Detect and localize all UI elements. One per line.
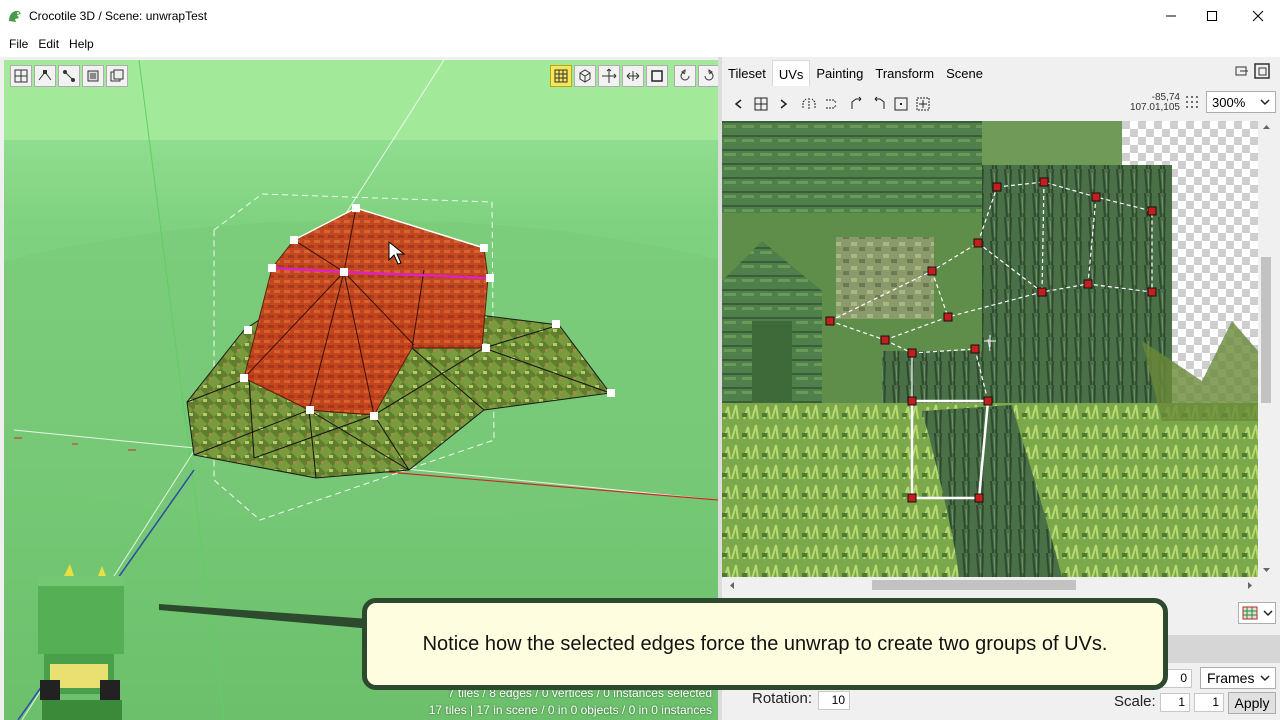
select-instances-button[interactable] [106,65,128,87]
panel-window-controls [1234,63,1274,83]
flip-horizontal-icon [802,98,816,110]
coords-line-2: 107.01,105 [1129,102,1180,113]
tab-transform[interactable]: Transform [869,60,940,86]
tile-display-select[interactable] [1238,602,1276,624]
window-title: Crocotile 3D / Scene: unwrapTest [29,8,208,23]
crocotile-app-icon [9,10,21,22]
tileset-texture [722,121,1258,577]
maximize-panel-icon[interactable] [1254,63,1270,79]
select-vertices-button[interactable] [58,65,80,87]
grid-icon [554,69,568,83]
minimize-button[interactable] [1148,0,1194,31]
scroll-down-icon [1263,568,1270,572]
tab-tileset[interactable]: Tileset [722,60,772,86]
rotate-left-icon [680,69,690,81]
frames-select[interactable]: Frames [1200,667,1276,689]
viewport-toolbar-left [10,65,128,87]
tab-painting[interactable]: Painting [810,60,869,86]
rotate-uv-cw-button[interactable] [868,93,890,115]
flip-v-button[interactable] [820,93,842,115]
rotation-input[interactable]: 10 [818,691,850,710]
chevron-down-icon [1260,99,1270,106]
viewport-toolbar-right [550,65,718,87]
instance-select-icon [110,69,124,82]
tile-grid-icon [1242,606,1257,620]
uv-editor-canvas[interactable] [722,121,1258,577]
uv-hscroll-thumb[interactable] [872,580,1076,590]
rotate-ccw-button[interactable] [674,65,696,87]
rotate-cw-button[interactable] [698,65,718,87]
menu-file[interactable]: File [4,37,33,51]
snap-uv-button[interactable] [912,93,934,115]
scale-y-input[interactable]: 1 [1194,693,1224,712]
chevron-right-icon [780,99,788,109]
uv-layout-button[interactable] [750,93,772,115]
close-button[interactable] [1235,0,1280,31]
scale-tool-button[interactable] [622,65,644,87]
menu-bar: File Edit Help [0,31,1280,57]
tab-scene[interactable]: Scene [940,60,989,86]
select-tiles-button[interactable] [10,65,32,87]
grid-toggle-button[interactable] [550,65,572,87]
menu-edit[interactable]: Edit [33,37,64,51]
chevron-down-icon [1262,610,1273,617]
scroll-up-icon [1263,125,1270,129]
perspective-button[interactable] [574,65,596,87]
menu-help[interactable]: Help [64,37,99,51]
maximize-icon [1207,10,1217,21]
box-tool-button[interactable] [646,65,668,87]
close-icon [1252,10,1264,21]
scene-status: 17 tiles | 17 in scene / 0 in 0 objects … [428,703,712,717]
cube-icon [579,69,591,83]
fit-uv-button[interactable] [890,93,912,115]
undock-icon[interactable] [1234,63,1250,79]
tab-uvs[interactable]: UVs [771,60,811,86]
scale-x-input[interactable]: 1 [1160,693,1190,712]
next-button[interactable] [772,93,794,115]
select-objects-button[interactable] [82,65,104,87]
rotate-uv-left-icon [851,96,862,109]
select-edges-button[interactable] [34,65,56,87]
cursor-coords: -85,74 107.01,105 [1128,93,1180,113]
move-icon [602,68,617,83]
rotate-right-icon [704,69,714,81]
pixel-grid-button[interactable] [1184,93,1200,114]
apply-button[interactable]: Apply [1228,692,1276,714]
uv-vscroll-thumb[interactable] [1261,257,1271,403]
rotate-uv-right-icon [874,96,885,109]
scroll-right-icon [1248,582,1252,589]
scroll-left-icon [730,582,734,589]
minimize-icon [1166,15,1176,16]
edge-select-icon [38,70,52,81]
flip-h-button[interactable] [798,93,820,115]
object-select-icon [87,70,99,82]
rotation-label: Rotation: [752,690,813,707]
scale-icon [626,71,640,81]
zoom-value: 300% [1212,94,1246,110]
chevron-down-icon [1260,675,1270,682]
flip-vertical-icon [826,99,837,109]
maximize-button[interactable] [1189,0,1235,31]
crosshair-icon [916,97,930,111]
rotate-uv-ccw-button[interactable] [846,93,868,115]
layout-grid-icon [754,97,768,111]
tile-select-icon [14,69,28,83]
chevron-left-icon [734,99,742,109]
prev-button[interactable] [728,93,750,115]
zoom-select[interactable]: 300% [1206,91,1276,113]
fit-square-icon [894,97,908,111]
callout-text: Notice how the selected edges force the … [422,632,1108,655]
dot-grid-icon [1186,96,1198,108]
tutorial-callout: Notice how the selected edges force the … [362,598,1168,690]
title-bar: Crocotile 3D / Scene: unwrapTest [0,0,1280,31]
uv-horizontal-scrollbar[interactable] [726,577,1256,594]
panel-tabs: Tileset UVs Painting Transform Scene [722,60,989,86]
square-icon [651,70,663,82]
vertex-select-icon [63,70,75,82]
move-tool-button[interactable] [598,65,620,87]
frames-label: Frames [1207,670,1255,686]
uv-vertical-scrollbar[interactable] [1258,121,1275,577]
scale-label: Scale: [1114,693,1156,710]
